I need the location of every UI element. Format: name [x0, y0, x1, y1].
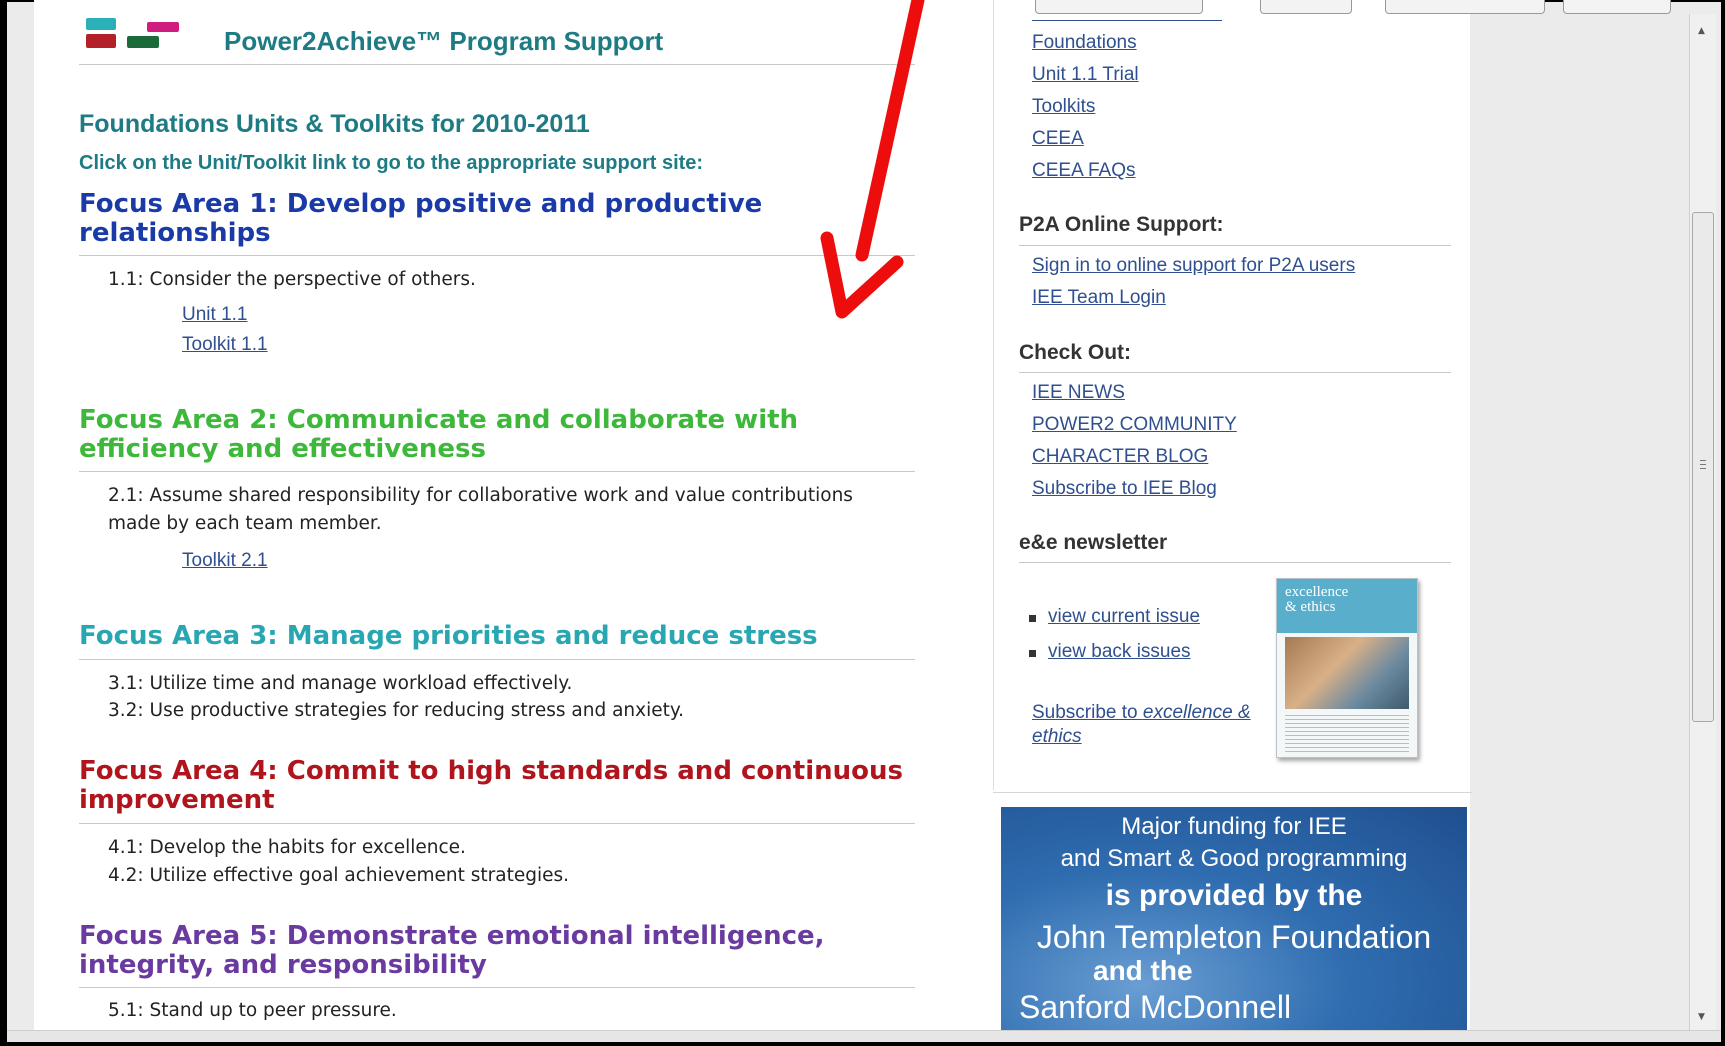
sidebar-link-toolkits[interactable]: Toolkits: [1032, 96, 1095, 118]
sidebar-divider: [993, 0, 994, 790]
focus-divider: [79, 987, 915, 988]
funding-line: and the: [1093, 955, 1193, 986]
sidebar-section-divider: [1019, 372, 1451, 373]
status-bar: [7, 1030, 1721, 1042]
funding-line: John Templeton Foundation: [1036, 919, 1432, 955]
sign-in-support-link[interactable]: Sign in to online support for P2A users: [1032, 255, 1355, 277]
online-support-heading: P2A Online Support:: [1019, 213, 1224, 236]
funding-line: is provided by the: [1105, 879, 1363, 912]
focus-item: 3.2: Use productive strategies for reduc…: [108, 700, 685, 721]
character-blog-link[interactable]: CHARACTER BLOG: [1032, 446, 1208, 468]
toolkit-2-1-link[interactable]: Toolkit 2.1: [182, 550, 268, 572]
focus-area-3-title: Focus Area 3: Manage priorities and redu…: [79, 621, 818, 651]
view-current-issue-link[interactable]: view current issue: [1048, 606, 1200, 628]
newsletter-heading: e&e newsletter: [1019, 531, 1168, 554]
focus-item: 5.1: Stand up to peer pressure.: [108, 1000, 397, 1021]
iee-team-login-link[interactable]: IEE Team Login: [1032, 287, 1166, 309]
toolkit-1-1-link[interactable]: Toolkit 1.1: [182, 334, 268, 356]
focus-divider: [79, 823, 915, 824]
funding-line: Major funding for IEE: [1121, 813, 1347, 840]
toolbar-button[interactable]: [1563, 0, 1671, 14]
check-out-heading: Check Out:: [1019, 341, 1132, 364]
bullet-icon: [1029, 615, 1036, 622]
site-title: Power2Achieve™ Program Support: [224, 26, 664, 56]
sidebar-section-divider: [1019, 245, 1451, 246]
view-back-issues-link[interactable]: view back issues: [1048, 641, 1191, 663]
sidebar-link-unit-trial[interactable]: Unit 1.1 Trial: [1032, 64, 1139, 86]
scrollbar-thumb[interactable]: [1692, 212, 1714, 722]
p2a-logo: [86, 18, 182, 52]
toolbar-button[interactable]: [1260, 0, 1352, 14]
funding-line: and Smart & Good programming: [1060, 845, 1408, 872]
newsletter-cover-photo: [1285, 637, 1409, 709]
unit-1-1-link[interactable]: Unit 1.1: [182, 304, 247, 326]
focus-item: 2.1: Assume shared responsibility for co…: [108, 485, 853, 534]
sidebar-section-divider: [1019, 562, 1451, 563]
focus-divider: [79, 255, 915, 256]
header-divider: [79, 64, 915, 65]
focus-item: 4.2: Utilize effective goal achievement …: [108, 865, 570, 886]
link-underline-fragment: [1032, 20, 1222, 21]
instruction-text: Click on the Unit/Toolkit link to go to …: [79, 152, 704, 174]
bullet-icon: [1029, 650, 1036, 657]
focus-item: 3.1: Utilize time and manage workload ef…: [108, 673, 573, 694]
funding-banner[interactable]: Major funding for IEE and Smart & Good p…: [1001, 807, 1467, 1030]
scroll-down-icon[interactable]: ▼: [1698, 1012, 1705, 1022]
scroll-grip: [1700, 464, 1706, 465]
focus-area-5-title: Focus Area 5: Demonstrate emotional inte…: [79, 921, 825, 980]
scroll-grip: [1700, 468, 1706, 469]
sidebar-divider: [993, 792, 1472, 793]
focus-area-4-title: Focus Area 4: Commit to high standards a…: [79, 756, 903, 815]
toolbar-button[interactable]: [1035, 0, 1203, 14]
iee-news-link[interactable]: IEE NEWS: [1032, 382, 1125, 404]
newsletter-cover-image[interactable]: excellence & ethics: [1276, 578, 1418, 758]
toolbar-button[interactable]: [1385, 0, 1545, 14]
power2-community-link[interactable]: POWER2 COMMUNITY: [1032, 414, 1237, 436]
sidebar-link-ceea-faqs[interactable]: CEEA FAQs: [1032, 160, 1135, 182]
sidebar-link-foundations[interactable]: Foundations: [1032, 32, 1137, 54]
focus-divider: [79, 659, 915, 660]
focus-divider: [79, 471, 915, 472]
page-heading: Foundations Units & Toolkits for 2010-20…: [79, 110, 590, 138]
subscribe-excellence-ethics-link[interactable]: Subscribe to excellence & ethics: [1032, 701, 1262, 749]
focus-area-2-title: Focus Area 2: Communicate and collaborat…: [79, 405, 799, 464]
focus-item: 1.1: Consider the perspective of others.: [108, 269, 476, 290]
newsletter-cover-title: excellence & ethics: [1285, 584, 1349, 615]
focus-item: 4.1: Develop the habits for excellence.: [108, 837, 466, 858]
scroll-grip: [1700, 460, 1706, 461]
funding-line: Sanford McDonnell: [1019, 989, 1292, 1025]
focus-area-1-title: Focus Area 1: Develop positive and produ…: [79, 189, 763, 248]
sidebar-link-ceea[interactable]: CEEA: [1032, 128, 1084, 150]
scroll-up-icon[interactable]: ▲: [1698, 26, 1705, 36]
subscribe-iee-blog-link[interactable]: Subscribe to IEE Blog: [1032, 478, 1217, 500]
